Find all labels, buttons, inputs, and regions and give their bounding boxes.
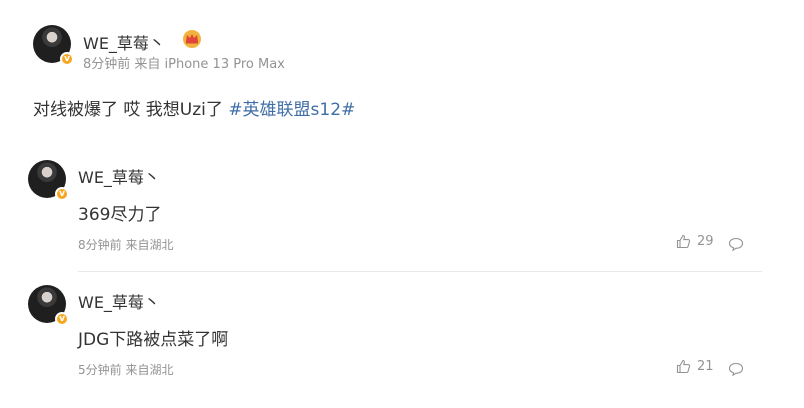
comment-avatar[interactable]: v [28,285,69,326]
comment-icon[interactable] [728,237,744,251]
comment-author-name[interactable]: WE_草莓丶 [78,289,160,313]
comment-icon[interactable] [728,362,744,376]
verified-badge-icon: v [60,52,74,66]
comment-avatar[interactable]: v [28,160,69,201]
post-body-text: 对线被爆了 哎 我想Uzi了 [33,100,229,120]
thumbs-up-icon [676,359,691,374]
post-author-avatar[interactable]: v [33,25,74,66]
post-text: 对线被爆了 哎 我想Uzi了 #英雄联盟s12# [33,95,355,120]
like-count: 21 [697,359,714,374]
comment-text: 369尽力了 [78,205,162,225]
comment-meta: 8分钟前 来自湖北 [78,238,174,252]
comment-author-name[interactable]: WE_草莓丶 [78,164,160,188]
comment-meta: 5分钟前 来自湖北 [78,363,174,377]
post-meta: 8分钟前 来自 iPhone 13 Pro Max [83,57,285,72]
post-author-name[interactable]: WE_草莓丶 [83,30,165,54]
comment-divider [78,271,762,272]
hashtag-link[interactable]: #英雄联盟s12# [228,100,355,120]
thumbs-up-icon [676,234,691,249]
like-button[interactable]: 21 [676,359,714,374]
crown-badge-icon[interactable] [181,28,203,48]
comment-text: JDG下路被点菜了啊 [78,330,229,350]
verified-badge-icon: v [55,312,69,326]
like-button[interactable]: 29 [676,234,714,249]
verified-badge-icon: v [55,187,69,201]
like-count: 29 [697,234,714,249]
